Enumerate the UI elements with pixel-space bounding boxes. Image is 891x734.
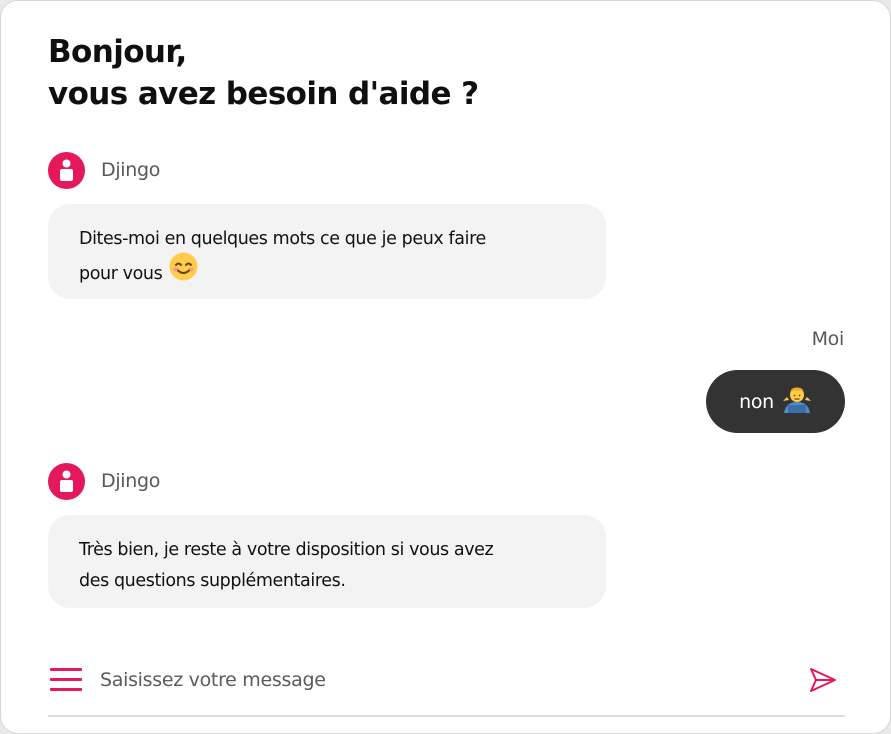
- title-line-2: vous avez besoin d'aide ?: [48, 76, 479, 112]
- chat-window: Bonjour, vous avez besoin d'aide ? Djing…: [0, 0, 891, 734]
- message-text-line-1: Dites-moi en quelques mots ce que je peu…: [79, 229, 486, 249]
- hamburger-menu-icon[interactable]: [50, 667, 82, 691]
- bot-message-header: Djingo: [48, 151, 160, 189]
- message-text-line-1: Très bien, je reste à votre disposition …: [79, 540, 494, 560]
- man-shrugging-emoji-icon: [782, 384, 812, 419]
- user-sender-name: Moi: [811, 328, 845, 350]
- page-title: Bonjour, vous avez besoin d'aide ?: [48, 31, 479, 115]
- message-input[interactable]: [100, 663, 790, 697]
- user-message-text: non: [739, 390, 774, 413]
- user-message-bubble: non: [706, 370, 845, 433]
- message-text-line-2: pour vous: [79, 264, 163, 284]
- sender-name: Djingo: [101, 470, 161, 492]
- smiling-face-emoji-icon: [168, 251, 199, 293]
- bot-avatar-icon: [48, 462, 85, 500]
- send-icon[interactable]: [808, 665, 838, 695]
- message-text-line-2: des questions supplémentaires.: [79, 571, 346, 591]
- bot-message-bubble: Très bien, je reste à votre disposition …: [48, 515, 606, 608]
- bot-message-bubble: Dites-moi en quelques mots ce que je peu…: [48, 204, 606, 299]
- bot-message-header: Djingo: [48, 462, 160, 500]
- message-composer: [48, 653, 845, 717]
- bot-avatar-icon: [48, 151, 85, 189]
- sender-name: Djingo: [101, 159, 161, 181]
- title-line-1: Bonjour,: [48, 34, 187, 70]
